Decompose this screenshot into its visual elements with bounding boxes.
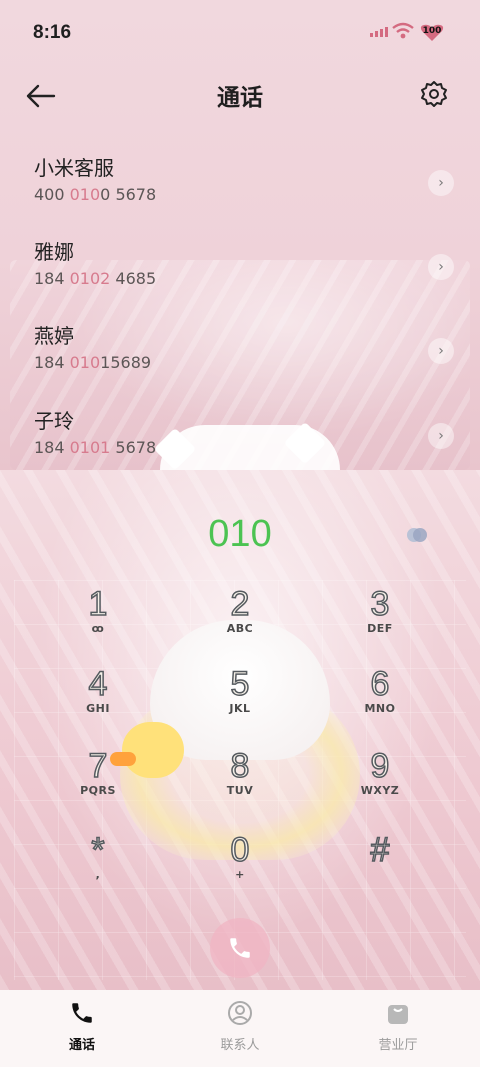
- dial-key-3[interactable]: 3 DEF: [340, 584, 420, 635]
- status-bar: 8:16 100: [0, 0, 480, 64]
- contact-number: 184 0101 5678: [34, 438, 157, 457]
- person-icon: [228, 1001, 252, 1025]
- dial-key-0[interactable]: 0 +: [200, 830, 280, 881]
- header: 通话: [0, 70, 480, 120]
- contact-name: 燕婷: [34, 324, 74, 348]
- backspace-icon[interactable]: [405, 524, 429, 546]
- chevron-right-icon[interactable]: ›: [428, 254, 454, 280]
- tab-label: 联系人: [220, 1038, 260, 1053]
- dial-key-2[interactable]: 2 ABC: [200, 584, 280, 635]
- dial-key-star[interactable]: *,: [58, 830, 138, 881]
- dial-key-6[interactable]: 6 MNO: [340, 664, 420, 715]
- tab-contacts[interactable]: 联系人: [180, 1000, 300, 1053]
- chevron-right-icon[interactable]: ›: [428, 170, 454, 196]
- wifi-icon: [392, 22, 414, 39]
- phone-icon: [72, 1003, 92, 1023]
- call-button[interactable]: [210, 918, 270, 978]
- status-time: 8:16: [33, 22, 72, 43]
- dial-key-7[interactable]: 7 PQRS: [58, 746, 138, 797]
- tab-store[interactable]: 营业厅: [338, 1000, 458, 1053]
- tab-calls[interactable]: 通话: [22, 1000, 142, 1053]
- dial-key-4[interactable]: 4 GHI: [58, 664, 138, 715]
- contact-number: 184 01015689: [34, 353, 152, 372]
- contact-name: 子玲: [34, 409, 74, 433]
- page-title: 通话: [217, 85, 263, 111]
- signal-icon: [370, 27, 388, 37]
- dial-key-5[interactable]: 5 JKL: [200, 664, 280, 715]
- tab-label: 营业厅: [378, 1038, 418, 1053]
- contact-item[interactable]: 小米客服 400 0100 5678 ›: [34, 152, 454, 222]
- bottom-nav: 通话 联系人 营业厅: [0, 990, 480, 1067]
- contact-name: 雅娜: [34, 240, 74, 264]
- bag-icon: [388, 1005, 408, 1024]
- chevron-right-icon[interactable]: ›: [428, 338, 454, 364]
- battery-level: 100: [422, 26, 442, 36]
- contact-item[interactable]: 燕婷 184 01015689 ›: [34, 320, 454, 390]
- contact-number: 184 0102 4685: [34, 269, 157, 288]
- dial-key-9[interactable]: 9 WXYZ: [340, 746, 420, 797]
- chevron-right-icon[interactable]: ›: [428, 423, 454, 449]
- contact-name: 小米客服: [34, 156, 114, 180]
- contact-item[interactable]: 雅娜 184 0102 4685 ›: [34, 236, 454, 306]
- contact-number: 400 0100 5678: [34, 185, 157, 204]
- tab-label: 通话: [68, 1038, 95, 1053]
- battery-icon: 100: [420, 24, 444, 42]
- gear-icon[interactable]: [420, 80, 448, 108]
- phone-icon: [230, 938, 250, 958]
- dial-key-hash[interactable]: #: [340, 830, 420, 870]
- dial-key-8[interactable]: 8 TUV: [200, 746, 280, 797]
- contact-item[interactable]: 子玲 184 0101 5678 ›: [34, 405, 454, 475]
- dial-key-1[interactable]: 1ꝏ: [58, 584, 138, 635]
